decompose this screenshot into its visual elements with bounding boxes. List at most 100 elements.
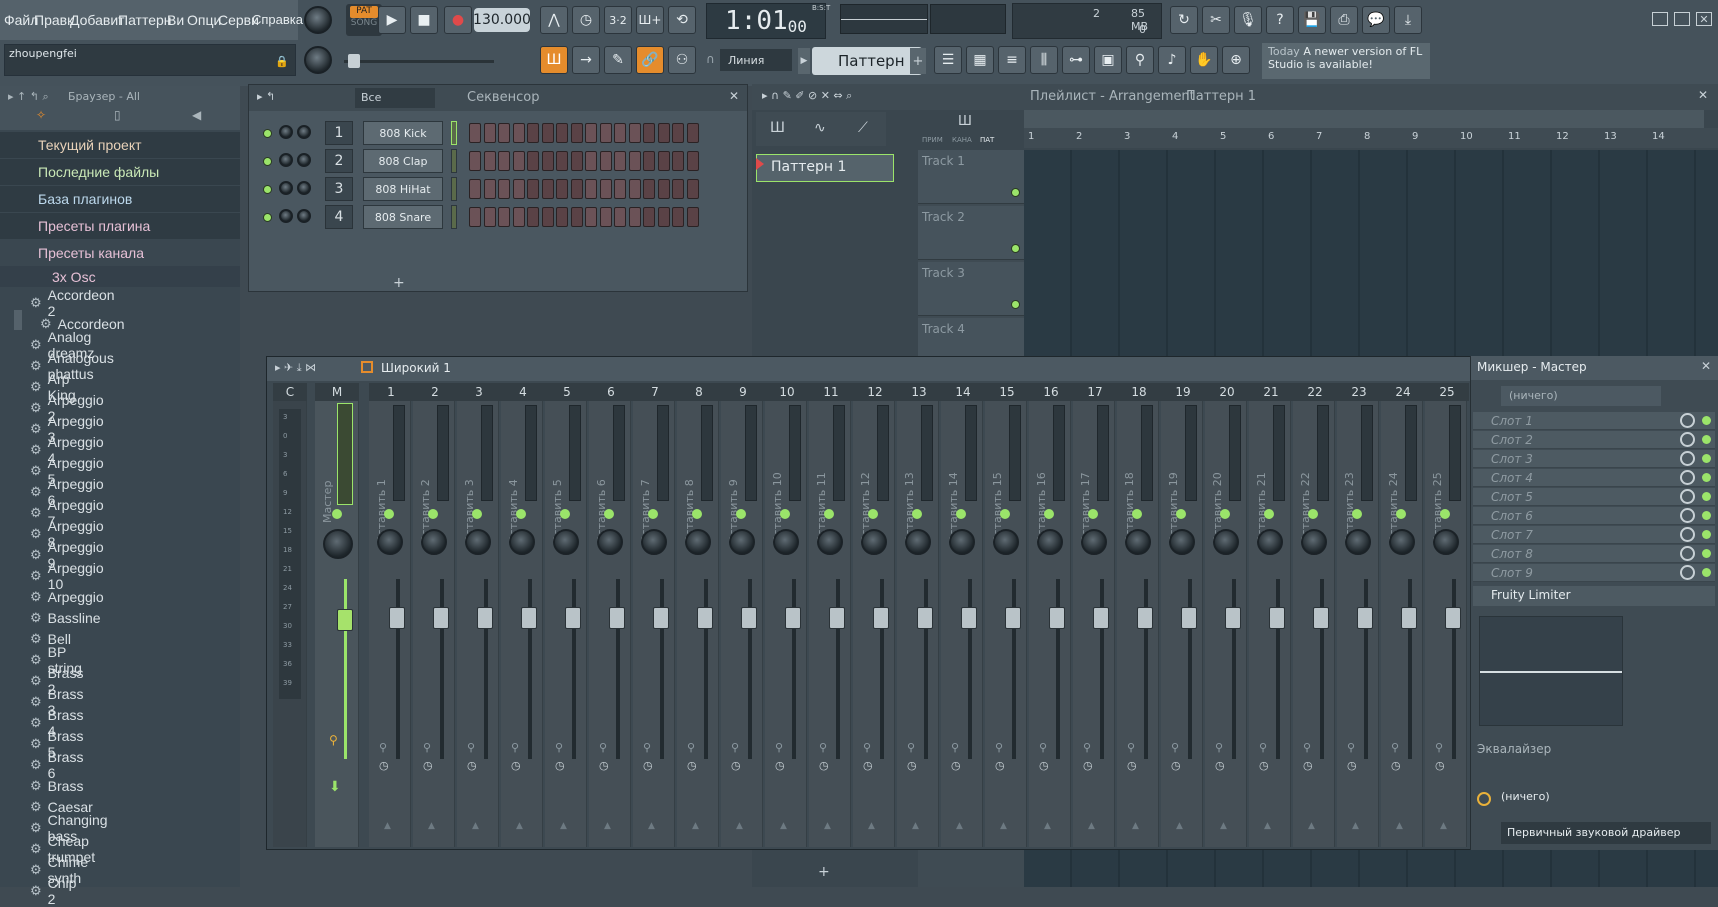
step-button[interactable] xyxy=(483,151,496,171)
channel-volume-knob[interactable] xyxy=(279,181,293,195)
strip-fader[interactable] xyxy=(1357,607,1373,629)
step-edit-icon[interactable]: Ш+ xyxy=(636,6,664,34)
master-pitch-knob[interactable] xyxy=(304,46,332,74)
strip-pan-knob[interactable] xyxy=(465,529,491,555)
browser-item[interactable]: ⚙ Accordeon 2 xyxy=(30,287,115,319)
step-button[interactable] xyxy=(512,151,525,171)
step-button[interactable] xyxy=(570,151,583,171)
strip-send-icon[interactable]: ▲ xyxy=(780,821,787,831)
browser-speaker-icon[interactable]: ◀ xyxy=(192,108,201,122)
step-button[interactable] xyxy=(643,123,655,143)
step-button[interactable] xyxy=(599,207,612,227)
mixer-insert-strip[interactable]: 3 Вставить 3 ⚲ ◷ ▲ xyxy=(457,383,501,847)
slot-mix-knob[interactable] xyxy=(1680,546,1695,561)
strip-send-icon[interactable]: ▲ xyxy=(428,821,435,831)
strip-pan-knob[interactable] xyxy=(1345,529,1371,555)
channel-mute-led[interactable] xyxy=(263,185,272,194)
strip-send-icon[interactable]: ▲ xyxy=(384,821,391,831)
track-mute-led[interactable] xyxy=(1011,188,1020,197)
browser-item[interactable]: ⚙ Arpeggio 10 xyxy=(30,560,104,592)
timeline-ruler[interactable]: 1 2 3 4 5 6 7 8 9 10 11 12 13 14 xyxy=(1024,128,1718,148)
strip-route-icon[interactable]: ⚲ xyxy=(731,741,739,754)
arrow-icon[interactable]: → xyxy=(572,46,600,74)
channel-pan-knob[interactable] xyxy=(297,153,311,167)
strip-clock-icon[interactable]: ◷ xyxy=(1171,759,1181,772)
pattern-selector[interactable]: Паттерн 1 xyxy=(812,47,922,75)
mixer-insert-strip[interactable]: 12 Вставить 12 ⚲ ◷ ▲ xyxy=(853,383,897,847)
step-button[interactable] xyxy=(599,151,612,171)
slot-mix-knob[interactable] xyxy=(1680,470,1695,485)
add-pattern-icon[interactable]: + xyxy=(818,864,830,880)
strip-mute-led[interactable] xyxy=(956,509,966,519)
metronome-icon[interactable]: ⋀ xyxy=(540,6,568,34)
picker-audio-icon[interactable]: ∿ xyxy=(814,120,826,136)
hand-icon[interactable]: ✋ xyxy=(1190,46,1218,74)
strip-clock-icon[interactable]: ◷ xyxy=(555,759,565,772)
strip-fader[interactable] xyxy=(917,607,933,629)
strip-send-icon[interactable]: ▲ xyxy=(472,821,479,831)
strip-pan-knob[interactable] xyxy=(861,529,887,555)
channel-mixer-track[interactable]: 1 xyxy=(325,121,353,145)
stop-button[interactable]: ■ xyxy=(410,6,438,34)
step-button[interactable] xyxy=(672,123,684,143)
strip-send-icon[interactable]: ▲ xyxy=(1440,821,1447,831)
master-slider-handle[interactable] xyxy=(348,54,360,68)
minimize-icon[interactable] xyxy=(1652,12,1668,26)
mixer-insert-strip[interactable]: 1 Вставить 1 ⚲ ◷ ▲ xyxy=(369,383,413,847)
mixer-insert-strip[interactable]: 8 Вставить 8 ⚲ ◷ ▲ xyxy=(677,383,721,847)
slot-enable-led[interactable] xyxy=(1702,416,1711,425)
step-button[interactable] xyxy=(527,151,539,171)
step-button[interactable] xyxy=(672,151,684,171)
master-route-icon[interactable]: ⚲ xyxy=(329,733,338,747)
strip-pan-knob[interactable] xyxy=(729,529,755,555)
browser-category[interactable]: Пресеты плагина xyxy=(0,213,240,239)
templates-icon[interactable]: ▣ xyxy=(1094,46,1122,74)
channel-mixer-track[interactable]: 3 xyxy=(325,177,353,201)
fx-slot[interactable]: Слот 4 xyxy=(1473,469,1715,487)
step-button[interactable] xyxy=(614,151,626,171)
mixer-panel-close-icon[interactable]: ✕ xyxy=(1701,359,1711,373)
step-button[interactable] xyxy=(512,207,525,227)
news-panel[interactable]: Today A newer version of FL Studio is av… xyxy=(1262,43,1430,79)
channel-mute-led[interactable] xyxy=(263,213,272,222)
step-button[interactable] xyxy=(599,123,612,143)
strip-route-icon[interactable]: ⚲ xyxy=(1435,741,1443,754)
strip-mute-led[interactable] xyxy=(604,509,614,519)
strip-mute-led[interactable] xyxy=(1132,509,1142,519)
step-button[interactable] xyxy=(498,151,510,171)
step-button[interactable] xyxy=(498,207,510,227)
browser-item[interactable]: ⚙ Chip 2 xyxy=(30,875,76,907)
browser-item[interactable]: ⚙ Brass 6 xyxy=(30,749,83,781)
strip-route-icon[interactable]: ⚲ xyxy=(1259,741,1267,754)
input-selector[interactable]: (ничего) xyxy=(1501,386,1661,406)
plugin-icon[interactable]: ⚲ xyxy=(1126,46,1154,74)
strip-send-icon[interactable]: ▲ xyxy=(560,821,567,831)
pattern-picker-item[interactable]: Паттерн 1 xyxy=(756,154,894,182)
menu-view[interactable]: Ви xyxy=(167,12,184,28)
step-button[interactable] xyxy=(527,207,539,227)
step-button[interactable] xyxy=(628,123,641,143)
strip-send-icon[interactable]: ▲ xyxy=(1264,821,1271,831)
mixer-insert-strip[interactable]: 10 Вставить 10 ⚲ ◷ ▲ xyxy=(765,383,809,847)
step-button[interactable] xyxy=(469,179,481,199)
strip-clock-icon[interactable]: ◷ xyxy=(775,759,785,772)
strip-send-icon[interactable]: ▲ xyxy=(692,821,699,831)
add-channel-icon[interactable]: + xyxy=(393,275,405,291)
step-button[interactable] xyxy=(585,207,597,227)
close-icon[interactable]: ✕ xyxy=(1696,12,1712,26)
strip-clock-icon[interactable]: ◷ xyxy=(1215,759,1225,772)
render-icon[interactable]: ⎙ xyxy=(1330,6,1358,34)
browser-nav-icon[interactable]: ▸ ↑ ↰ ⌕ xyxy=(8,90,49,104)
channel-volume-knob[interactable] xyxy=(279,125,293,139)
piano-roll-icon[interactable]: ▦ xyxy=(966,46,994,74)
wait-input-icon[interactable]: ◷ xyxy=(572,6,600,34)
strip-route-icon[interactable]: ⚲ xyxy=(511,741,519,754)
strip-mute-led[interactable] xyxy=(648,509,658,519)
step-button[interactable] xyxy=(628,151,641,171)
browser-files-icon[interactable]: ▯ xyxy=(114,108,121,122)
menu-options[interactable]: Опци xyxy=(187,12,221,28)
link-icon[interactable]: 🔗 xyxy=(636,46,664,74)
strip-clock-icon[interactable]: ◷ xyxy=(731,759,741,772)
playlist-icon[interactable]: Ш xyxy=(540,46,568,74)
strip-route-icon[interactable]: ⚲ xyxy=(1347,741,1355,754)
